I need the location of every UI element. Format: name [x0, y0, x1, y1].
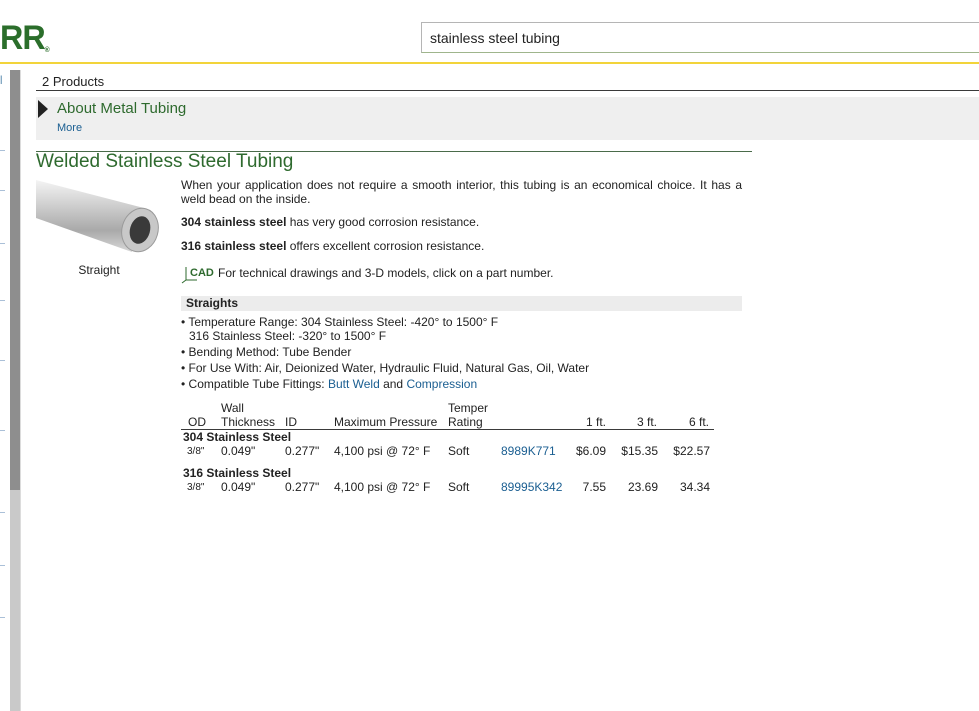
count-divider	[36, 90, 979, 91]
product-title: Welded Stainless Steel Tubing	[36, 151, 294, 172]
cell-pressure: 4,100 psi @ 72° F	[334, 444, 431, 458]
price-1ft: $6.09	[575, 444, 606, 458]
group-316-heading: 316 Stainless Steel	[183, 466, 292, 480]
spec-temperature-316: 316 Stainless Steel: -320° to 1500° F	[189, 329, 387, 343]
cad-hint: For technical drawings and 3-D models, c…	[218, 266, 554, 280]
butt-weld-link[interactable]: Butt Weld	[328, 377, 380, 391]
col-temper-2: Rating	[448, 415, 483, 429]
nav-tick	[0, 150, 5, 151]
nav-tick	[0, 243, 5, 244]
col-pressure: Maximum Pressure	[334, 415, 438, 429]
nav-marker[interactable]: |	[0, 74, 2, 84]
cell-wall: 0.049"	[221, 480, 256, 494]
expand-arrow-icon[interactable]	[38, 100, 48, 118]
brand-logo[interactable]: RR®	[0, 18, 50, 68]
group-304-heading: 304 Stainless Steel	[183, 430, 292, 444]
cad-icon: CAD	[181, 267, 214, 284]
cell-wall: 0.049"	[221, 444, 256, 458]
compression-link[interactable]: Compression	[406, 377, 477, 391]
cell-od: 3/8"	[187, 482, 205, 493]
cell-temper: Soft	[448, 444, 470, 458]
straights-heading: Straights	[186, 296, 239, 310]
price-3ft: 23.69	[627, 480, 658, 494]
more-link[interactable]: More	[57, 122, 82, 134]
cell-id: 0.277"	[285, 480, 320, 494]
product-description: When your application does not require a…	[181, 178, 742, 206]
material-316-note: 316 stainless steel offers excellent cor…	[181, 239, 485, 253]
search-input[interactable]	[421, 22, 979, 53]
tube-image[interactable]	[36, 178, 162, 256]
nav-tick	[0, 190, 5, 191]
spec-use-with: • For Use With: Air, Deionized Water, Hy…	[181, 361, 590, 375]
price-1ft: 7.55	[582, 480, 606, 494]
spec-bending: • Bending Method: Tube Bender	[181, 345, 352, 359]
part-number-link[interactable]: 89995K342	[501, 480, 562, 494]
col-od: OD	[188, 415, 206, 429]
price-6ft: 34.34	[679, 480, 710, 494]
product-count: 2 Products	[42, 74, 105, 89]
cell-od: 3/8"	[187, 446, 205, 457]
col-1ft: 1 ft.	[585, 415, 606, 429]
straights-heading-bar	[181, 296, 742, 311]
nav-tick	[0, 617, 5, 618]
image-caption: Straight	[78, 263, 120, 277]
spec-temperature: • Temperature Range: 304 Stainless Steel…	[181, 315, 499, 329]
col-wall-1: Wall	[221, 401, 244, 415]
header-divider	[0, 62, 979, 64]
col-6ft: 6 ft.	[688, 415, 709, 429]
cad-icon-label: CAD	[190, 267, 214, 279]
spec-fittings: • Compatible Tube Fittings: Butt Weld an…	[181, 377, 478, 391]
part-number-link[interactable]: 8989K771	[501, 444, 556, 458]
cell-temper: Soft	[448, 480, 470, 494]
nav-tick	[0, 300, 5, 301]
nav-tick	[0, 565, 5, 566]
nav-tick	[0, 360, 5, 361]
price-6ft: $22.57	[673, 444, 710, 458]
cell-id: 0.277"	[285, 444, 320, 458]
col-3ft: 3 ft.	[636, 415, 657, 429]
cell-pressure: 4,100 psi @ 72° F	[334, 480, 431, 494]
col-id: ID	[285, 415, 297, 429]
col-wall-2: Thickness	[221, 415, 276, 429]
col-temper-1: Temper	[448, 401, 489, 415]
nav-tick	[0, 512, 5, 513]
nav-tick	[0, 430, 5, 431]
scrollbar-thumb[interactable]	[10, 70, 20, 490]
material-304-note: 304 stainless steel has very good corros…	[181, 215, 480, 229]
about-metal-tubing-link[interactable]: About Metal Tubing	[57, 100, 186, 117]
price-3ft: $15.35	[621, 444, 658, 458]
